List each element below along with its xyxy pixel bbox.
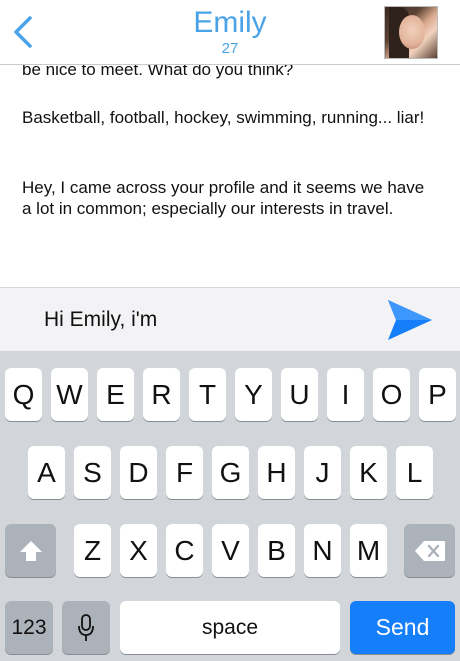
key-i[interactable]: I <box>327 368 364 421</box>
avatar[interactable] <box>384 6 438 59</box>
message-input[interactable]: Hi Emily, i'm <box>44 308 157 332</box>
composer-bar: Hi Emily, i'm <box>0 287 460 352</box>
key-n[interactable]: N <box>304 524 341 577</box>
key-q[interactable]: Q <box>5 368 42 421</box>
message-text: Hey, I came across your profile and it s… <box>22 178 425 218</box>
key-t[interactable]: T <box>189 368 226 421</box>
shift-arrow-icon <box>19 540 42 561</box>
key-r[interactable]: R <box>143 368 180 421</box>
send-key[interactable]: Send <box>350 601 455 654</box>
key-z[interactable]: Z <box>74 524 111 577</box>
key-p[interactable]: P <box>419 368 456 421</box>
space-key[interactable]: space <box>120 601 340 654</box>
key-m[interactable]: M <box>350 524 387 577</box>
key-y[interactable]: Y <box>235 368 272 421</box>
key-u[interactable]: U <box>281 368 318 421</box>
key-o[interactable]: O <box>373 368 410 421</box>
key-w[interactable]: W <box>51 368 88 421</box>
shift-key[interactable] <box>5 524 56 577</box>
keyboard: Q W E R T Y U I O P A S D F G H J K L Z … <box>0 351 460 661</box>
microphone-icon <box>78 613 94 641</box>
key-f[interactable]: F <box>166 446 203 499</box>
key-v[interactable]: V <box>212 524 249 577</box>
key-s[interactable]: S <box>74 446 111 499</box>
message-thread[interactable]: be nice to meet. What do you think? Bask… <box>0 65 460 287</box>
key-b[interactable]: B <box>258 524 295 577</box>
key-h[interactable]: H <box>258 446 295 499</box>
key-k[interactable]: K <box>350 446 387 499</box>
key-e[interactable]: E <box>97 368 134 421</box>
key-c[interactable]: C <box>166 524 203 577</box>
send-icon[interactable] <box>386 298 434 342</box>
message-text: be nice to meet. What do you think? <box>22 65 294 79</box>
delete-key[interactable] <box>404 524 455 577</box>
backspace-icon <box>414 540 445 561</box>
key-d[interactable]: D <box>120 446 157 499</box>
key-j[interactable]: J <box>304 446 341 499</box>
message-text: Basketball, football, hockey, swimming, … <box>22 108 425 127</box>
key-g[interactable]: G <box>212 446 249 499</box>
numbers-key[interactable]: 123 <box>5 601 53 654</box>
dictation-key[interactable] <box>62 601 110 654</box>
key-x[interactable]: X <box>120 524 157 577</box>
nav-bar: Emily 27 <box>0 0 460 65</box>
key-l[interactable]: L <box>396 446 433 499</box>
key-a[interactable]: A <box>28 446 65 499</box>
